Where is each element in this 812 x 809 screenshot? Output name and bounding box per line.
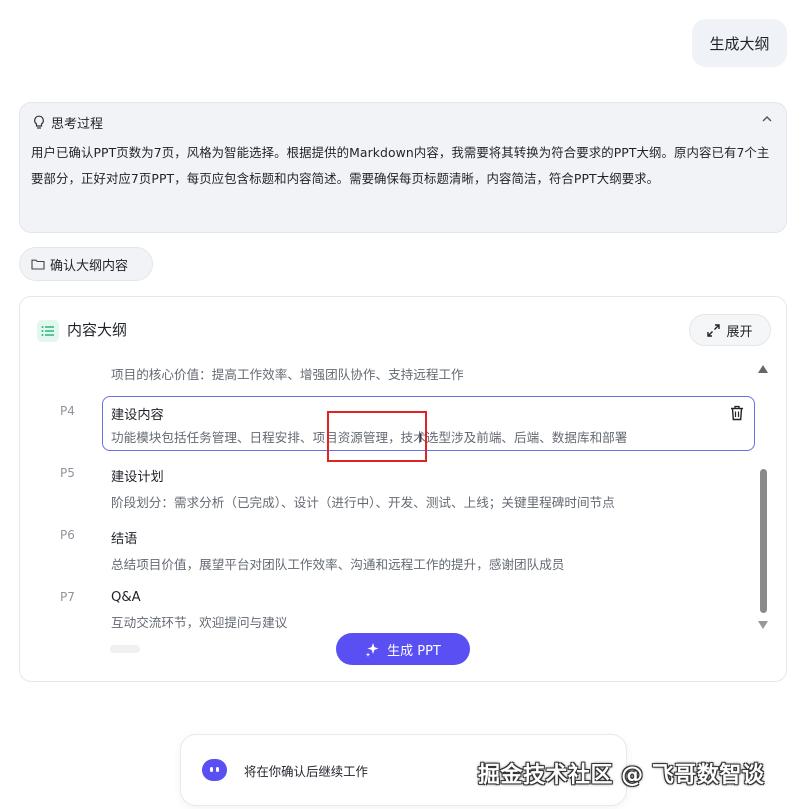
scroll-down-arrow-icon[interactable] [757,620,769,630]
expand-button[interactable]: 展开 [689,314,771,346]
trash-icon[interactable] [730,405,744,421]
scroll-up-arrow-icon[interactable] [757,364,769,374]
outline-item-desc: 项目的核心价值：提高工作效率、增强团队协作、支持远程工作 [111,367,464,382]
expand-icon [707,323,721,337]
outline-item-title[interactable]: Q&A [111,590,287,605]
outline-item-desc[interactable]: 阶段划分：需求分析（已完成）、设计（进行中）、开发、测试、上线；关键里程碑时间节… [111,492,615,511]
lightbulb-icon [34,115,44,129]
page-number: P6 [60,528,75,542]
thinking-text: 用户已确认PPT页数为7页，风格为智能选择。根据提供的Markdown内容，我需… [31,145,770,186]
generate-ppt-button[interactable]: 生成 PPT [336,633,470,665]
outline-item-desc[interactable]: 总结项目价值，展望平台对团队工作效率、沟通和远程工作的提升，感谢团队成员 [111,554,564,573]
outline-item[interactable]: Q&A 互动交流环节，欢迎提问与建议 [111,590,287,631]
confirm-chip-label: 确认大纲内容 [50,258,129,274]
page-number: P5 [60,466,75,480]
bot-avatar-icon [202,759,227,781]
page-number: P7 [60,590,75,604]
watermark: 掘金技术社区 @ 飞哥数智谈 [478,763,765,788]
text-cursor-icon: I [419,431,423,445]
page-number: P4 [60,404,75,418]
thinking-panel: 思考过程 用户已确认PPT页数为7页，风格为智能选择。根据提供的Markdown… [19,102,787,233]
confirm-outline-chip[interactable]: 确认大纲内容 [19,247,153,281]
outline-item-title[interactable]: 结语 [111,528,564,547]
list-icon [37,320,59,342]
user-message: 生成大纲 [692,19,787,67]
chat-page: 生成大纲 思考过程 用户已确认PPT页数为7页，风格为智能选择。根据提供的Mar… [0,0,812,809]
outline-item[interactable]: 结语 总结项目价值，展望平台对团队工作效率、沟通和远程工作的提升，感谢团队成员 [111,528,564,573]
outline-item-title[interactable]: 建设内容 [111,404,164,423]
chevron-up-icon[interactable] [760,112,774,126]
scrollbar-thumb[interactable] [760,469,767,613]
outline-item-desc[interactable]: 互动交流环节，欢迎提问与建议 [111,612,287,631]
thinking-title: 思考过程 [51,116,104,132]
next-item-fade [110,645,140,653]
thinking-header[interactable]: 思考过程 [32,112,103,132]
status-text: 将在你确认后继续工作 [244,764,368,779]
sparkle-icon [365,642,379,657]
folder-icon [31,259,45,270]
outline-item-active[interactable]: 建设内容 功能模块包括任务管理、日程安排、项目资源管理，技术选型涉及前端、后端、… [102,396,755,451]
outline-item-title[interactable]: 建设计划 [111,466,615,485]
outline-card: 内容大纲 展开 项目的核心价值：提高工作效率、增强团队协作、支持远程工作 P4 … [19,296,787,682]
outline-title: 内容大纲 [67,321,128,339]
expand-label: 展开 [726,324,753,340]
outline-item[interactable]: 建设计划 阶段划分：需求分析（已完成）、设计（进行中）、开发、测试、上线；关键里… [111,466,615,511]
highlight-box [327,411,427,462]
generate-ppt-label: 生成 PPT [387,643,441,659]
